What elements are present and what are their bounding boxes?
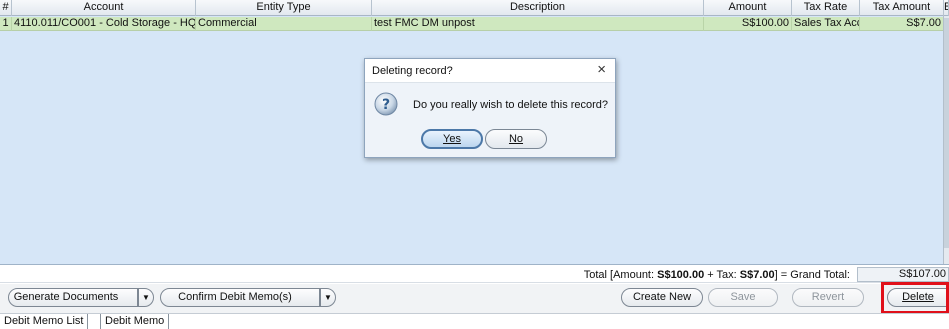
column-header-truncated[interactable]: E xyxy=(944,0,949,16)
total-tax: S$7.00 xyxy=(739,269,775,281)
table-row[interactable]: 1 4110.011/CO001 - Cold Storage - HQ Com… xyxy=(0,17,949,31)
confirm-debit-memo-dropdown[interactable]: ▼ xyxy=(320,288,336,307)
total-suffix: ] = Grand Total: xyxy=(774,269,850,281)
no-button-label: No xyxy=(508,133,524,145)
dialog-message: Do you really wish to delete this record… xyxy=(413,99,609,111)
revert-button[interactable]: Revert xyxy=(792,288,864,307)
cell-tax-rate[interactable]: Sales Tax Accou... xyxy=(792,17,860,31)
close-icon[interactable]: × xyxy=(597,62,606,78)
tab-debit-memo[interactable]: Debit Memo xyxy=(100,314,170,329)
column-header-number[interactable]: # xyxy=(0,0,12,16)
cell-entity-type[interactable]: Commercial xyxy=(196,17,372,31)
delete-confirmation-dialog: Deleting record? × ? Do you really wish … xyxy=(364,58,616,158)
save-label: Save xyxy=(730,291,756,303)
grand-total-field: S$107.00 xyxy=(857,267,949,282)
tab-debit-memo-list[interactable]: Debit Memo List xyxy=(0,314,89,329)
chevron-down-icon: ▼ xyxy=(142,293,150,302)
grid-header: # Account Entity Type Description Amount… xyxy=(0,0,949,16)
action-button-bar: Generate Documents ▼ Confirm Debit Memo(… xyxy=(0,284,949,313)
column-header-tax-amount[interactable]: Tax Amount xyxy=(860,0,944,16)
create-new-button[interactable]: Create New xyxy=(621,288,703,307)
column-header-entity-type[interactable]: Entity Type xyxy=(196,0,372,16)
total-prefix: Total [Amount: xyxy=(583,269,658,281)
total-amount: S$100.00 xyxy=(657,269,705,281)
save-button[interactable]: Save xyxy=(708,288,778,307)
cell-tax-amount[interactable]: S$7.00 xyxy=(860,17,944,31)
dialog-title-bar[interactable]: Deleting record? × xyxy=(365,59,615,83)
dialog-title: Deleting record? xyxy=(372,65,453,77)
yes-button[interactable]: Yes xyxy=(421,129,483,149)
vertical-scrollbar[interactable] xyxy=(943,16,949,264)
create-new-label: Create New xyxy=(632,291,692,303)
yes-button-label: Yes xyxy=(443,133,461,145)
cell-amount[interactable]: S$100.00 xyxy=(704,17,792,31)
chevron-down-icon: ▼ xyxy=(324,293,332,302)
generate-documents-button[interactable]: Generate Documents xyxy=(8,288,138,307)
question-icon: ? xyxy=(374,92,398,116)
generate-documents-dropdown[interactable]: ▼ xyxy=(138,288,154,307)
tab-bar: Debit Memo List Debit Memo xyxy=(0,313,949,329)
column-header-amount[interactable]: Amount xyxy=(704,0,792,16)
delete-button-highlight xyxy=(881,282,949,314)
totals-bar: Total [Amount: S$100.00 + Tax: S$7.00] =… xyxy=(0,266,949,283)
total-tax-label: + Tax: xyxy=(704,269,740,281)
cell-description[interactable]: test FMC DM unpost xyxy=(372,17,704,31)
cell-account[interactable]: 4110.011/CO001 - Cold Storage - HQ xyxy=(12,17,196,31)
svg-text:?: ? xyxy=(382,97,390,113)
column-header-tax-rate[interactable]: Tax Rate xyxy=(792,0,860,16)
confirm-debit-memo-button[interactable]: Confirm Debit Memo(s) xyxy=(160,288,320,307)
column-header-account[interactable]: Account xyxy=(12,0,196,16)
row-number: 1 xyxy=(0,17,12,31)
total-summary: Total [Amount: S$100.00 + Tax: S$7.00] =… xyxy=(584,269,850,281)
no-button[interactable]: No xyxy=(485,129,547,149)
revert-label: Revert xyxy=(811,291,845,303)
column-header-description[interactable]: Description xyxy=(372,0,704,16)
scrollbar-thumb[interactable] xyxy=(944,18,949,248)
